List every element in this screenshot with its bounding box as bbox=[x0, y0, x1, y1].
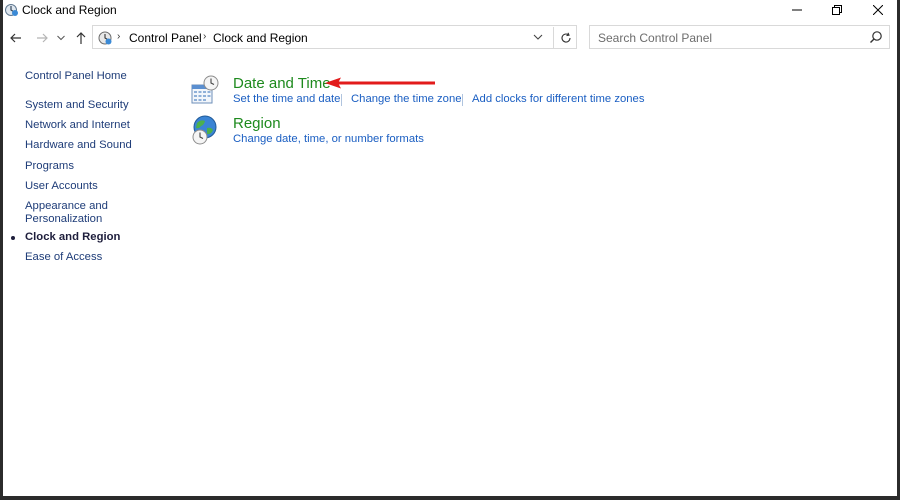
breadcrumb-clock-region[interactable]: Clock and Region bbox=[213, 31, 308, 45]
control-panel-icon bbox=[98, 31, 112, 45]
minimize-button[interactable] bbox=[779, 0, 815, 20]
forward-button[interactable] bbox=[33, 28, 51, 48]
sidebar-item-control-panel-home[interactable]: Control Panel Home bbox=[25, 70, 127, 83]
sidebar-item-clock-region: Clock and Region bbox=[25, 231, 121, 243]
chevron-down-icon bbox=[57, 35, 65, 41]
back-button[interactable] bbox=[7, 28, 25, 48]
restore-button[interactable] bbox=[819, 0, 855, 20]
arrow-up-icon bbox=[76, 31, 86, 44]
search-input[interactable] bbox=[596, 29, 860, 47]
task-link-change-time-zone[interactable]: Change the time zone bbox=[351, 93, 462, 105]
recent-locations-button[interactable] bbox=[55, 28, 67, 48]
sidebar-item-appearance-personalization[interactable]: Appearance and Personalization bbox=[25, 200, 145, 226]
refresh-icon bbox=[561, 32, 571, 43]
navigation-bar: › Control Panel › Clock and Region bbox=[3, 24, 897, 52]
sidebar-item-programs[interactable]: Programs bbox=[25, 160, 74, 173]
task-link-add-clocks[interactable]: Add clocks for different time zones bbox=[472, 93, 644, 105]
title-bar: Clock and Region bbox=[3, 0, 897, 22]
annotation-arrow bbox=[325, 77, 435, 89]
globe-clock-icon bbox=[192, 115, 217, 145]
sidebar-item-user-accounts[interactable]: User Accounts bbox=[25, 180, 98, 193]
window-title: Clock and Region bbox=[22, 3, 117, 17]
minimize-icon bbox=[792, 9, 802, 11]
task-link-change-formats[interactable]: Change date, time, or number formats bbox=[233, 133, 424, 145]
breadcrumb-separator-icon: › bbox=[203, 31, 207, 42]
chevron-down-icon bbox=[533, 34, 543, 40]
date-time-icon bbox=[191, 75, 219, 104]
restore-icon bbox=[832, 5, 842, 15]
close-button[interactable] bbox=[860, 0, 896, 20]
clock-region-app-icon bbox=[5, 4, 18, 16]
arrow-left-icon bbox=[10, 33, 21, 43]
address-dropdown-button[interactable] bbox=[530, 29, 546, 45]
close-icon bbox=[873, 5, 883, 15]
active-item-bullet bbox=[11, 236, 15, 240]
category-title-region[interactable]: Region bbox=[233, 115, 281, 132]
breadcrumb-separator-icon: › bbox=[117, 31, 121, 42]
category-title-date-time[interactable]: Date and Time bbox=[233, 75, 331, 92]
refresh-button[interactable] bbox=[553, 27, 578, 48]
sidebar-item-hardware-sound[interactable]: Hardware and Sound bbox=[25, 139, 132, 152]
task-link-set-time-date[interactable]: Set the time and date bbox=[233, 93, 340, 105]
arrow-right-icon bbox=[37, 33, 48, 43]
sidebar-item-system-security[interactable]: System and Security bbox=[25, 99, 129, 112]
breadcrumb-control-panel[interactable]: Control Panel bbox=[129, 31, 202, 45]
task-separator bbox=[341, 94, 342, 106]
search-icon[interactable] bbox=[869, 30, 883, 44]
sidebar-item-network-internet[interactable]: Network and Internet bbox=[25, 119, 130, 132]
sidebar-item-ease-of-access[interactable]: Ease of Access bbox=[25, 251, 102, 264]
address-bar[interactable]: › Control Panel › Clock and Region bbox=[92, 25, 577, 49]
task-separator bbox=[462, 94, 463, 106]
up-button[interactable] bbox=[72, 28, 90, 48]
search-box[interactable] bbox=[589, 25, 890, 49]
control-panel-window: Clock and Region › Control Panel › Clock… bbox=[3, 0, 897, 496]
